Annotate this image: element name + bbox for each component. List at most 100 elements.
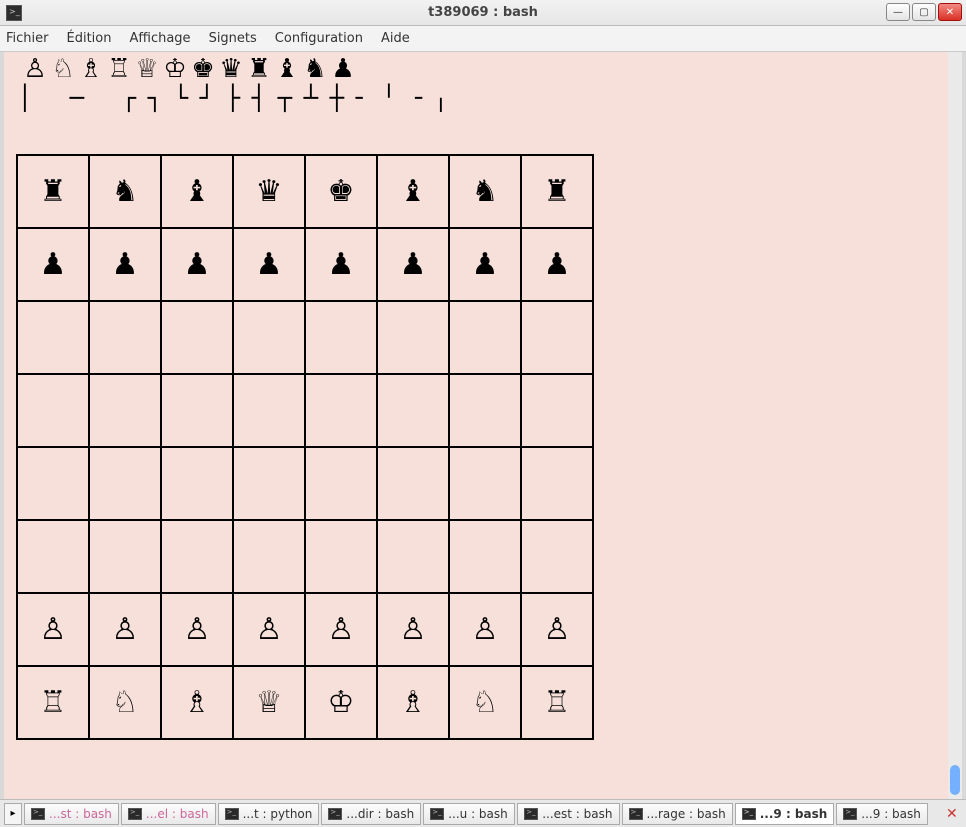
tabs-collapse-button[interactable]: ▸ <box>4 803 22 825</box>
square-5-0 <box>17 520 89 593</box>
menubar: Fichier Édition Affichage Signets Config… <box>0 26 966 52</box>
square-0-7: ♜ <box>521 155 593 228</box>
square-6-7: ♙ <box>521 593 593 666</box>
square-3-4 <box>305 374 377 447</box>
tab-4[interactable]: ...u : bash <box>423 803 515 825</box>
tab-label: ...9 : bash <box>861 807 921 821</box>
scrollbar[interactable] <box>948 52 962 799</box>
board-row-7: ♖♘♗♕♔♗♘♖ <box>17 666 593 739</box>
tab-5[interactable]: ...est : bash <box>517 803 619 825</box>
box-char-5: ┐ <box>142 82 168 114</box>
piece-black-pawn: ♟ <box>330 56 356 82</box>
square-6-6: ♙ <box>449 593 521 666</box>
square-7-5: ♗ <box>377 666 449 739</box>
square-7-7: ♖ <box>521 666 593 739</box>
terminal-icon <box>629 808 643 820</box>
box-char-2: ─ <box>64 82 90 114</box>
menu-configuration[interactable]: Configuration <box>275 31 363 46</box>
piece-black-rook: ♜ <box>246 56 272 82</box>
tab-label: ...est : bash <box>542 807 612 821</box>
close-tab-button[interactable]: ✕ <box>946 806 962 822</box>
square-2-1 <box>89 301 161 374</box>
piece-black-king: ♚ <box>190 56 216 82</box>
square-0-4: ♚ <box>305 155 377 228</box>
square-2-3 <box>233 301 305 374</box>
square-4-6 <box>449 447 521 520</box>
square-4-3 <box>233 447 305 520</box>
box-char-8: ├ <box>220 82 246 114</box>
piece-black-bishop: ♝ <box>274 56 300 82</box>
tab-label: ...el : bash <box>146 807 209 821</box>
terminal-icon <box>328 808 342 820</box>
menu-edition[interactable]: Édition <box>67 31 112 46</box>
square-2-6 <box>449 301 521 374</box>
square-1-7: ♟ <box>521 228 593 301</box>
piece-black-queen: ♛ <box>218 56 244 82</box>
square-0-1: ♞ <box>89 155 161 228</box>
menu-affichage[interactable]: Affichage <box>129 31 190 46</box>
square-7-0: ♖ <box>17 666 89 739</box>
terminal-icon <box>742 808 756 820</box>
menu-signets[interactable]: Signets <box>209 31 257 46</box>
tab-label: ...st : bash <box>49 807 112 821</box>
tab-0[interactable]: ...st : bash <box>24 803 119 825</box>
box-drawing-palette: │ ─ ┌┐└┘├┤┬┴┼╴╵╶╷ <box>4 82 962 114</box>
box-char-16: ╷ <box>428 82 454 114</box>
square-3-0 <box>17 374 89 447</box>
board-row-1: ♟♟♟♟♟♟♟♟ <box>17 228 593 301</box>
scrollbar-thumb[interactable] <box>950 765 960 795</box>
board-row-3 <box>17 374 593 447</box>
square-7-6: ♘ <box>449 666 521 739</box>
piece-white-rook: ♖ <box>106 56 132 82</box>
square-7-1: ♘ <box>89 666 161 739</box>
square-0-0: ♜ <box>17 155 89 228</box>
terminal-icon <box>31 808 45 820</box>
tab-label: ...9 : bash <box>760 807 828 821</box>
tab-label: ...rage : bash <box>647 807 726 821</box>
board-row-0: ♜♞♝♛♚♝♞♜ <box>17 155 593 228</box>
square-0-2: ♝ <box>161 155 233 228</box>
square-6-0: ♙ <box>17 593 89 666</box>
square-2-0 <box>17 301 89 374</box>
square-5-1 <box>89 520 161 593</box>
terminal-content[interactable]: ♙ ♘ ♗ ♖ ♕ ♔ ♚ ♛ ♜ ♝ ♞ ♟ │ ─ ┌┐└┘├┤┬┴┼╴╵╶… <box>4 52 962 799</box>
tab-2[interactable]: ...t : python <box>218 803 320 825</box>
tab-1[interactable]: ...el : bash <box>121 803 216 825</box>
terminal-icon <box>524 808 538 820</box>
box-char-7: ┘ <box>194 82 220 114</box>
tab-8[interactable]: ...9 : bash <box>836 803 928 825</box>
box-char-3 <box>90 82 116 114</box>
menu-fichier[interactable]: Fichier <box>6 31 49 46</box>
square-5-2 <box>161 520 233 593</box>
square-5-3 <box>233 520 305 593</box>
square-3-2 <box>161 374 233 447</box>
minimize-button[interactable]: — <box>886 3 910 21</box>
menu-aide[interactable]: Aide <box>381 31 410 46</box>
square-4-7 <box>521 447 593 520</box>
terminal-icon <box>6 5 22 21</box>
square-2-7 <box>521 301 593 374</box>
box-char-11: ┴ <box>298 82 324 114</box>
box-char-0: │ <box>12 82 38 114</box>
tab-3[interactable]: ...dir : bash <box>321 803 421 825</box>
close-button[interactable]: ✕ <box>938 3 962 21</box>
box-char-13: ╴ <box>350 82 376 114</box>
square-3-1 <box>89 374 161 447</box>
piece-white-knight: ♘ <box>50 56 76 82</box>
square-1-3: ♟ <box>233 228 305 301</box>
window-title: t389069 : bash <box>428 5 538 20</box>
box-char-12: ┼ <box>324 82 350 114</box>
terminal-icon <box>225 808 239 820</box>
square-6-4: ♙ <box>305 593 377 666</box>
tab-7[interactable]: ...9 : bash <box>735 803 835 825</box>
square-7-2: ♗ <box>161 666 233 739</box>
square-3-7 <box>521 374 593 447</box>
maximize-button[interactable]: ▢ <box>912 3 936 21</box>
box-char-9: ┤ <box>246 82 272 114</box>
box-char-1 <box>38 82 64 114</box>
piece-black-knight: ♞ <box>302 56 328 82</box>
square-3-3 <box>233 374 305 447</box>
tab-label: ...dir : bash <box>346 807 414 821</box>
square-4-0 <box>17 447 89 520</box>
tab-6[interactable]: ...rage : bash <box>622 803 733 825</box>
